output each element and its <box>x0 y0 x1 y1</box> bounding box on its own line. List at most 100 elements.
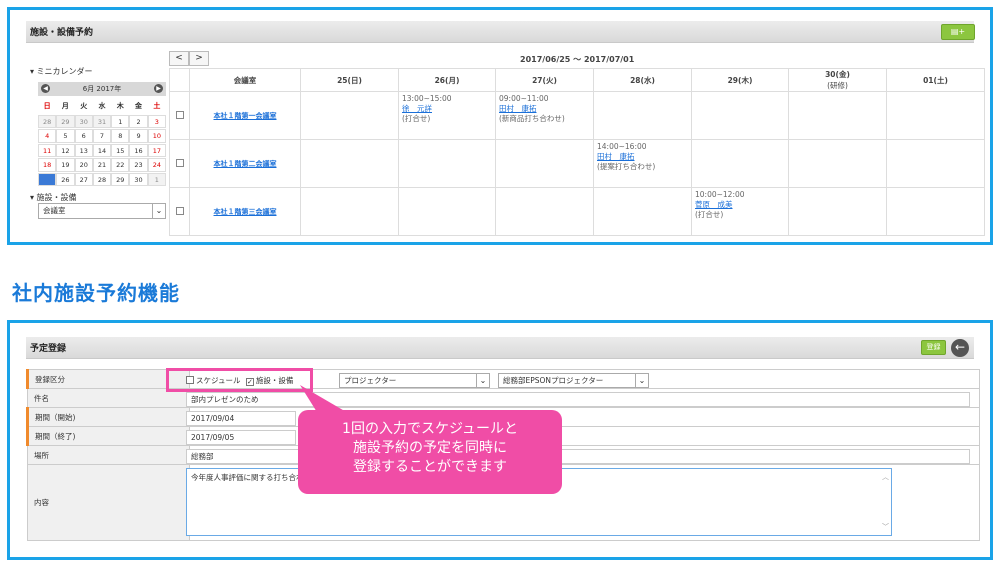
calendar-day[interactable]: 12 <box>56 143 75 157</box>
schedule-cell[interactable]: 13:00~15:00 徐 元詳 (打合せ) <box>398 91 496 140</box>
calendar-day[interactable]: 30 <box>129 172 148 186</box>
event[interactable]: 10:00~12:00 菅原 成美 (打合せ) <box>692 188 788 222</box>
calendar-week: 18 19 20 21 22 23 24 <box>38 158 166 173</box>
calendar-day[interactable]: 28 <box>92 172 112 186</box>
prev-week-button[interactable]: < <box>169 51 189 66</box>
calendar-day[interactable]: 1 <box>147 172 166 186</box>
calendar-day[interactable]: 5 <box>56 129 75 143</box>
calendar-day[interactable]: 16 <box>129 143 148 157</box>
header-day[interactable]: 26(月) <box>398 68 496 92</box>
event-user-link[interactable]: 田村 康拓 <box>499 104 537 113</box>
schedule-cell[interactable] <box>300 187 399 236</box>
schedule-cell[interactable] <box>691 91 789 140</box>
calendar-day[interactable]: 26 <box>56 172 75 186</box>
event-user-link[interactable]: 田村 康拓 <box>597 152 635 161</box>
header-day[interactable]: 28(水) <box>593 68 692 92</box>
schedule-cell[interactable] <box>788 91 887 140</box>
calendar-day[interactable]: 25 <box>38 172 57 186</box>
schedule-cell[interactable] <box>495 187 594 236</box>
label-start: 期間（開始) <box>26 407 190 427</box>
schedule-cell[interactable] <box>300 139 399 188</box>
schedule-cell[interactable] <box>398 187 496 236</box>
row-checkbox[interactable] <box>175 158 184 167</box>
schedule-cell[interactable] <box>788 139 887 188</box>
schedule-row: 本社１階第三会議室 10:00~12:00 菅原 成美 (打合せ) <box>169 187 985 236</box>
calendar-day[interactable]: 3 <box>147 114 166 128</box>
schedule-cell[interactable] <box>398 139 496 188</box>
schedule-cell[interactable]: 10:00~12:00 菅原 成美 (打合せ) <box>691 187 789 236</box>
calendar-dow: 火 <box>74 100 93 114</box>
next-month-icon[interactable]: ▶ <box>154 84 163 93</box>
room-link[interactable]: 本社１階第一会議室 <box>190 111 300 121</box>
event-user-link[interactable]: 徐 元詳 <box>402 104 432 113</box>
next-week-button[interactable]: > <box>189 51 209 66</box>
calendar-day[interactable]: 21 <box>92 158 112 172</box>
calendar-day[interactable]: 30 <box>74 114 93 128</box>
calendar-day[interactable]: 7 <box>92 129 112 143</box>
schedule-cell[interactable] <box>593 91 692 140</box>
header-day[interactable]: 29(木) <box>691 68 789 92</box>
event[interactable]: 09:00~11:00 田村 康拓 (新商品打ち合わせ) <box>496 92 593 126</box>
schedule-cell[interactable] <box>886 91 985 140</box>
schedule-cell[interactable]: 09:00~11:00 田村 康拓 (新商品打ち合わせ) <box>495 91 594 140</box>
header-day[interactable]: 25(日) <box>300 68 399 92</box>
facility-filter-select[interactable]: 会議室 ⌄ <box>38 203 166 219</box>
calendar-day[interactable]: 10 <box>147 129 166 143</box>
schedule-cell[interactable] <box>300 91 399 140</box>
event[interactable]: 14:00~16:00 田村 康拓 (提案打ち合わせ) <box>594 140 691 174</box>
calendar-day[interactable]: 18 <box>38 158 57 172</box>
header-day[interactable]: 27(火) <box>495 68 594 92</box>
calendar-day[interactable]: 2 <box>129 114 148 128</box>
schedule-cell[interactable]: 14:00~16:00 田村 康拓 (提案打ち合わせ) <box>593 139 692 188</box>
schedule-cell[interactable] <box>886 139 985 188</box>
calendar-day[interactable]: 13 <box>74 143 93 157</box>
row-checkbox[interactable] <box>175 206 184 215</box>
calendar-day[interactable]: 29 <box>111 172 130 186</box>
header-day[interactable]: 01(土) <box>886 68 985 92</box>
calendar-day[interactable]: 27 <box>74 172 93 186</box>
prev-month-icon[interactable]: ◀ <box>41 84 50 93</box>
end-date-input[interactable]: 2017/09/05 <box>186 430 296 445</box>
calendar-day[interactable]: 28 <box>38 114 57 128</box>
schedule-cell[interactable] <box>788 187 887 236</box>
label-content: 内容 <box>27 464 190 541</box>
calendar-day[interactable]: 23 <box>129 158 148 172</box>
event[interactable]: 13:00~15:00 徐 元詳 (打合せ) <box>399 92 495 126</box>
scroll-down-icon[interactable]: ﹀ <box>882 521 889 533</box>
schedule-cell[interactable] <box>495 139 594 188</box>
schedule-cell[interactable] <box>886 187 985 236</box>
calendar-day[interactable]: 11 <box>38 143 57 157</box>
calendar-day[interactable]: 19 <box>56 158 75 172</box>
row-checkbox[interactable] <box>175 110 184 119</box>
facility-titlebar: 施設・設備予約 <box>26 21 974 43</box>
calendar-day[interactable]: 1 <box>111 114 130 128</box>
header-day-note: (研修) <box>827 81 848 90</box>
header-day[interactable]: 30(金) (研修) <box>788 68 887 92</box>
register-button[interactable]: 登録 <box>921 340 946 355</box>
calendar-day[interactable]: 15 <box>111 143 130 157</box>
scroll-up-icon[interactable]: ︿ <box>882 471 889 483</box>
back-arrow-icon[interactable]: ← <box>951 339 969 357</box>
calendar-day[interactable]: 9 <box>129 129 148 143</box>
calendar-day[interactable]: 17 <box>147 143 166 157</box>
calendar-day[interactable]: 24 <box>147 158 166 172</box>
calendar-day[interactable]: 31 <box>92 114 112 128</box>
schedule-cell[interactable] <box>691 139 789 188</box>
room-link[interactable]: 本社１階第三会議室 <box>190 207 300 217</box>
calendar-dow: 土 <box>147 100 166 114</box>
facility-filter-value: 会議室 <box>43 206 66 215</box>
event-user-link[interactable]: 菅原 成美 <box>695 200 733 209</box>
calendar-day[interactable]: 4 <box>38 129 57 143</box>
room-link[interactable]: 本社１階第二会議室 <box>190 159 300 169</box>
schedule-cell[interactable] <box>593 187 692 236</box>
row-check <box>169 139 190 188</box>
calendar-dow: 金 <box>129 100 148 114</box>
calendar-day[interactable]: 8 <box>111 129 130 143</box>
start-date-input[interactable]: 2017/09/04 <box>186 411 296 426</box>
calendar-day[interactable]: 22 <box>111 158 130 172</box>
add-reservation-button[interactable]: ▤+ <box>941 24 975 40</box>
calendar-day[interactable]: 14 <box>92 143 112 157</box>
calendar-day[interactable]: 29 <box>56 114 75 128</box>
calendar-day[interactable]: 20 <box>74 158 93 172</box>
calendar-day[interactable]: 6 <box>74 129 93 143</box>
